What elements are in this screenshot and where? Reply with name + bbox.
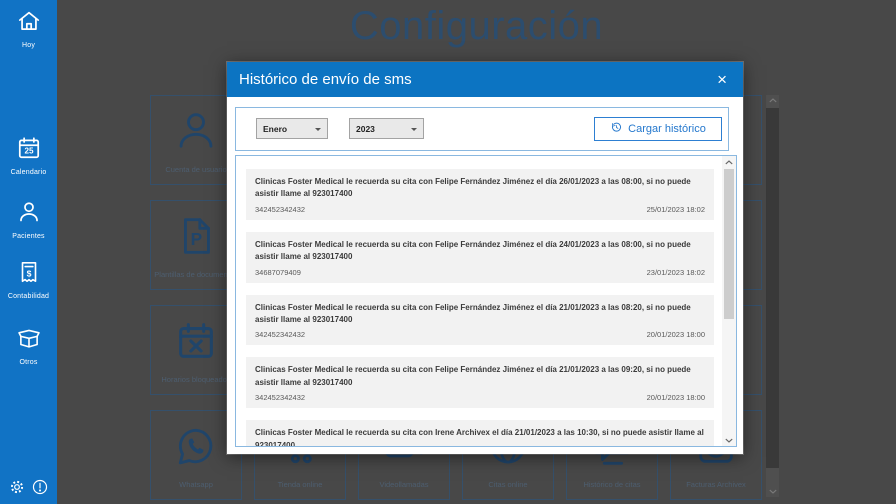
list-scrollbar-thumb[interactable]	[724, 169, 734, 319]
svg-text:25: 25	[24, 147, 34, 156]
dialog-header: Histórico de envío de sms ×	[227, 62, 743, 97]
tile-label: Horarios bloqueados	[161, 375, 231, 384]
page-title: Configuración	[349, 4, 604, 48]
tile-label: Histórico de citas	[583, 480, 641, 489]
sidebar-item-otros[interactable]: Otros	[0, 325, 57, 366]
year-select[interactable]: 2023	[349, 118, 424, 139]
home-icon	[16, 8, 42, 39]
sms-message-item: Clinicas Foster Medical le recuerda su c…	[246, 357, 714, 409]
filter-panel: Enero 2023 Cargar histórico	[235, 107, 729, 151]
invoice-icon: $	[16, 259, 42, 290]
list-scrollbar[interactable]	[722, 156, 736, 446]
gear-icon[interactable]	[8, 478, 26, 496]
sms-message-item: Clinicas Foster Medical le recuerda su c…	[246, 420, 714, 447]
whatsapp-icon	[173, 411, 219, 474]
scroll-up-icon[interactable]	[722, 156, 736, 168]
sms-message-list: Clinicas Foster Medical le recuerda su c…	[235, 155, 737, 447]
sidebar-item-contabilidad[interactable]: $ Contabilidad	[0, 259, 57, 300]
tile-label: Cuenta de usuario	[165, 165, 227, 174]
tile-label: Tienda online	[277, 480, 323, 489]
tile-label: Whatsapp	[179, 480, 213, 489]
sms-message-phone: 342452342432	[255, 204, 306, 214]
year-select-value: 2023	[356, 123, 375, 134]
sms-message-item: Clinicas Foster Medical le recuerda su c…	[246, 231, 714, 283]
tile-label: Plantillas de documentos	[154, 270, 238, 279]
sms-message-sent-date: 25/01/2023 18:02	[646, 204, 705, 214]
chevron-down-icon	[411, 127, 417, 134]
svg-text:$: $	[26, 268, 31, 278]
tile-label: Videollamadas	[379, 480, 429, 489]
box-icon	[16, 325, 42, 356]
dialog-title: Histórico de envío de sms	[239, 71, 412, 88]
load-history-button[interactable]: Cargar histórico	[594, 117, 722, 141]
sms-message-text: Clinicas Foster Medical le recuerda su c…	[255, 428, 704, 447]
sms-message-sent-date: 20/01/2023 18:00	[646, 393, 705, 403]
scroll-down-icon[interactable]	[766, 486, 779, 497]
alert-icon[interactable]	[31, 478, 49, 496]
user-big-icon	[173, 96, 219, 159]
sms-message-item: Clinicas Foster Medical le recuerda su c…	[246, 169, 714, 220]
chevron-down-icon	[315, 127, 321, 134]
page-scrollbar-thumb[interactable]	[766, 108, 779, 468]
history-icon	[610, 121, 623, 137]
sms-history-dialog: Histórico de envío de sms × Enero 2023 C…	[227, 62, 743, 454]
sms-message-text: Clinicas Foster Medical le recuerda su c…	[255, 177, 691, 199]
close-icon[interactable]: ×	[713, 69, 731, 90]
sidebar-item-calendario[interactable]: 25 Calendario	[0, 135, 57, 176]
sms-message-sent-date: 23/01/2023 18:02	[646, 267, 705, 277]
sms-message-phone: 342452342432	[255, 330, 306, 340]
sidebar-footer	[0, 478, 57, 496]
month-select-value: Enero	[263, 123, 288, 134]
sms-message-phone: 34687079409	[255, 267, 301, 277]
calendar-icon: 25	[16, 135, 42, 166]
tile-label: Facturas Archivex	[686, 480, 746, 489]
tile-label: Citas online	[488, 480, 528, 489]
sms-message-text: Clinicas Foster Medical le recuerda su c…	[255, 365, 691, 387]
sms-message-item: Clinicas Foster Medical le recuerda su c…	[246, 294, 714, 346]
month-select[interactable]: Enero	[256, 118, 328, 139]
calendar-x-icon	[173, 306, 219, 369]
sms-message-sent-date: 20/01/2023 18:00	[646, 330, 705, 340]
sms-message-text: Clinicas Foster Medical le recuerda su c…	[255, 302, 691, 324]
sidebar-item-hoy[interactable]: Hoy	[0, 8, 57, 49]
sidebar-item-pacientes[interactable]: Pacientes	[0, 199, 57, 240]
sidebar: Hoy 25 Calendario Pacientes $ Contabilid…	[0, 0, 57, 504]
scroll-down-icon[interactable]	[722, 434, 736, 446]
sms-message-text: Clinicas Foster Medical le recuerda su c…	[255, 239, 691, 262]
user-icon	[16, 199, 42, 230]
sms-message-phone: 342452342432	[255, 393, 306, 403]
document-p-icon: P	[173, 201, 219, 264]
page-scrollbar[interactable]	[766, 95, 779, 497]
scroll-up-icon[interactable]	[766, 95, 779, 106]
load-history-button-label: Cargar histórico	[628, 123, 706, 135]
svg-text:P: P	[191, 229, 203, 249]
